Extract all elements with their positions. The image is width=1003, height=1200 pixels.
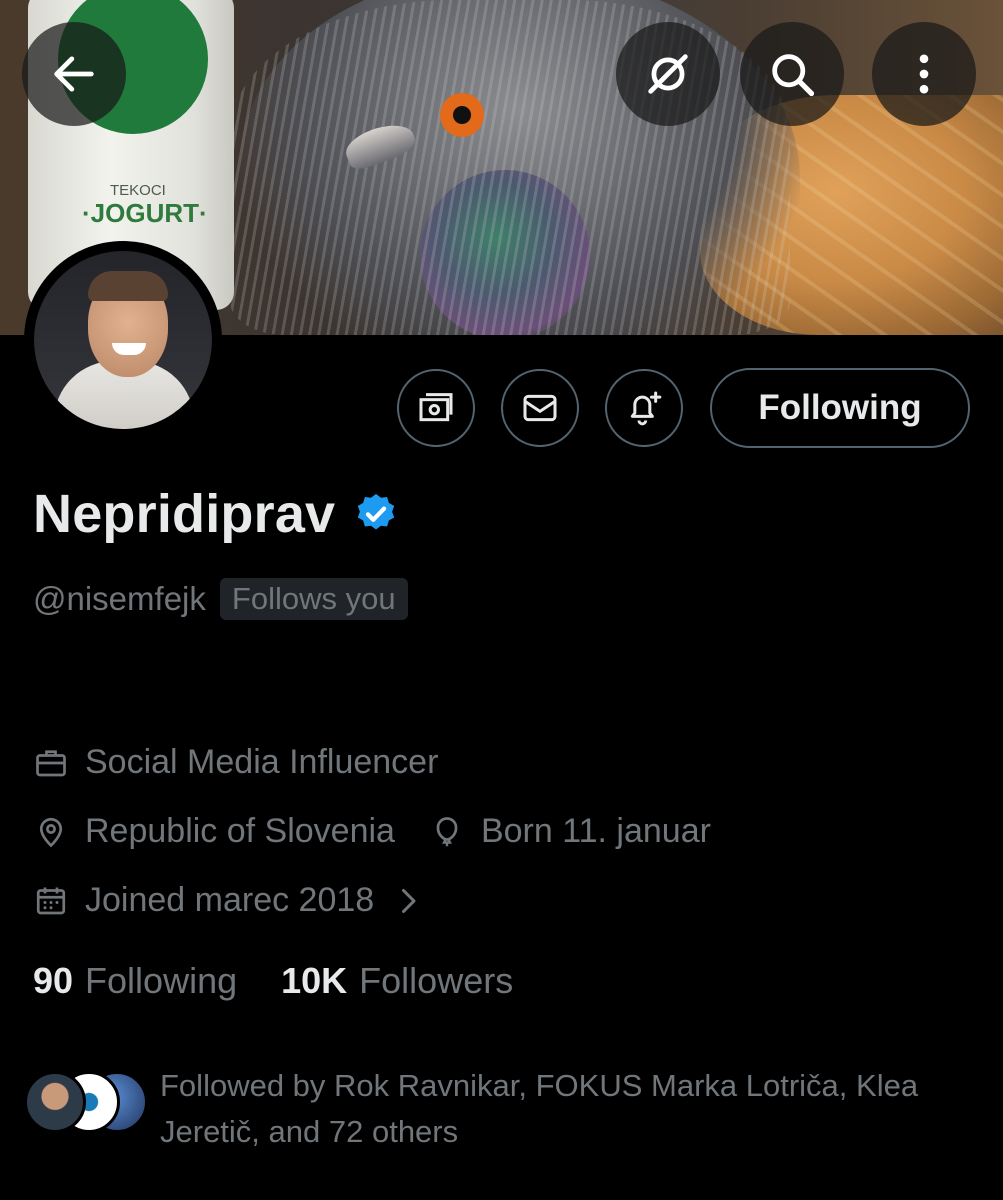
profile-location: Republic of Slovenia — [85, 812, 395, 850]
location-item: Republic of Slovenia — [33, 812, 395, 851]
profile-birthday: Born 11. januar — [480, 812, 711, 850]
grok-icon — [648, 54, 688, 94]
category-row: Social Media Influencer — [33, 743, 438, 782]
following-stat[interactable]: 90 Following — [33, 960, 237, 1002]
joined-row[interactable]: Joined marec 2018 — [33, 881, 426, 920]
subscribe-button[interactable] — [397, 369, 475, 447]
bell-plus-icon — [630, 391, 662, 426]
profile-handle: @nisemfejk — [33, 580, 206, 617]
message-button[interactable] — [501, 369, 579, 447]
location-pin-icon — [39, 817, 63, 847]
follow-stats: 90 Following 10K Followers — [33, 960, 513, 1002]
verified-badge-icon[interactable] — [353, 491, 399, 537]
arrow-left-icon — [54, 56, 94, 92]
balloon-icon — [436, 816, 458, 846]
following-button[interactable]: Following — [710, 368, 970, 448]
avatar-hair — [88, 271, 168, 301]
money-icon — [419, 393, 453, 422]
search-button[interactable] — [740, 22, 844, 126]
profile-name-row: Nepridiprav — [33, 483, 399, 545]
mutual-avatars — [24, 1063, 154, 1133]
search-icon — [772, 54, 815, 97]
followers-count: 10K — [281, 960, 348, 1001]
jar-big-text: ·JOGURT· — [82, 198, 208, 228]
envelope-icon — [523, 394, 557, 422]
handle-row: @nisemfejk Follows you — [33, 578, 408, 620]
followers-label: Followers — [359, 960, 514, 1001]
chevron-right-icon — [402, 888, 416, 913]
grok-button[interactable] — [616, 22, 720, 126]
back-button[interactable] — [22, 22, 126, 126]
profile-avatar[interactable] — [24, 241, 222, 439]
banner-pigeon-eye — [440, 93, 484, 137]
location-birthday-row: Republic of Slovenia Born 11. januar — [33, 812, 711, 851]
following-label: Following — [85, 960, 238, 1001]
profile-joined: Joined marec 2018 — [85, 881, 375, 919]
notifications-button[interactable] — [605, 369, 683, 447]
follows-you-badge: Follows you — [219, 578, 408, 620]
more-options-button[interactable] — [872, 22, 976, 126]
followers-stat[interactable]: 10K Followers — [281, 960, 513, 1002]
jar-small-text: TEKOCI — [110, 182, 166, 199]
display-name: Nepridiprav — [33, 484, 336, 544]
briefcase-icon — [36, 749, 66, 776]
mutual-avatar-1 — [24, 1071, 86, 1133]
calendar-icon — [36, 887, 66, 914]
profile-category: Social Media Influencer — [85, 743, 439, 781]
more-vertical-icon — [919, 54, 929, 94]
avatar-photo — [34, 251, 212, 429]
followed-by-row[interactable]: Followed by Rok Ravnikar, FOKUS Marka Lo… — [24, 1063, 960, 1155]
following-count: 90 — [33, 960, 74, 1001]
birthday-item: Born 11. januar — [429, 812, 711, 851]
followed-by-text: Followed by Rok Ravnikar, FOKUS Marka Lo… — [160, 1068, 919, 1149]
